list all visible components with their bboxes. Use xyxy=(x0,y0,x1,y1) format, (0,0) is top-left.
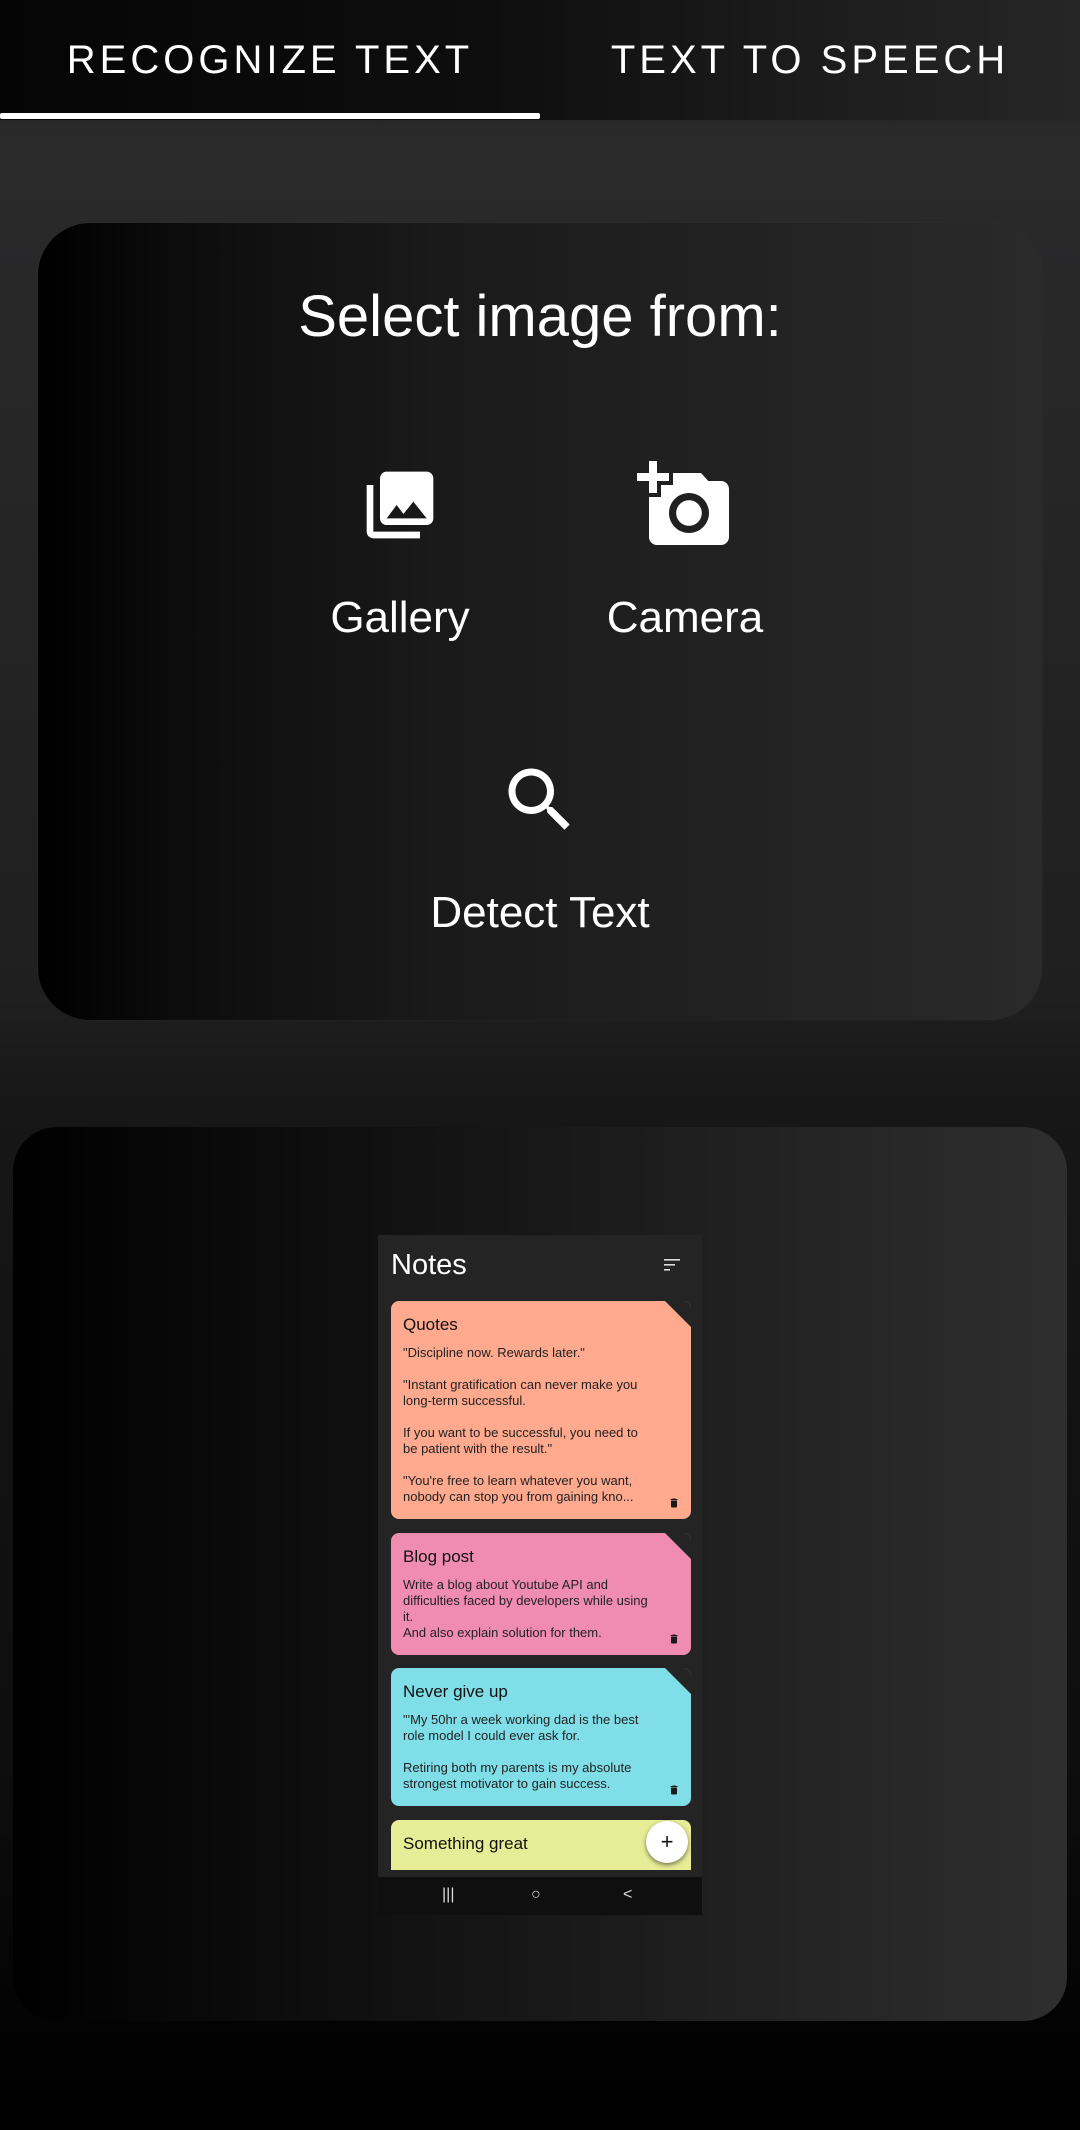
add-camera-icon xyxy=(637,461,729,545)
gallery-button[interactable]: Gallery xyxy=(300,455,500,643)
note-title: Never give up xyxy=(403,1682,508,1701)
selected-image-preview: Notes Quotes "Discipline now. Rewards la… xyxy=(378,1235,702,1915)
note-card: Quotes "Discipline now. Rewards later." … xyxy=(391,1301,691,1519)
add-note-fab: + xyxy=(646,1821,688,1863)
note-body: "Discipline now. Rewards later." "Instan… xyxy=(403,1345,638,1504)
tab-recognize-text[interactable]: RECOGNIZE TEXT xyxy=(0,0,540,120)
trash-icon xyxy=(670,1785,678,1795)
sort-icon xyxy=(664,1259,680,1271)
detect-text-button[interactable]: Detect Text xyxy=(400,750,680,938)
trash-icon xyxy=(670,1634,678,1644)
preview-nav-bar: ||| ○ < xyxy=(378,1877,702,1915)
note-title: Something great xyxy=(403,1834,528,1853)
note-card: Blog post Write a blog about Youtube API… xyxy=(391,1533,691,1655)
gallery-label: Gallery xyxy=(330,593,470,642)
active-tab-indicator xyxy=(0,113,540,119)
search-icon xyxy=(508,768,570,830)
camera-label: Camera xyxy=(606,593,764,642)
gallery-icon xyxy=(366,471,434,539)
tab-bar: RECOGNIZE TEXT TEXT TO SPEECH xyxy=(0,0,1080,120)
preview-app-title: Notes xyxy=(391,1249,467,1281)
tab-text-to-speech[interactable]: TEXT TO SPEECH xyxy=(540,0,1080,120)
detect-text-label: Detect Text xyxy=(430,888,650,937)
note-title: Quotes xyxy=(403,1315,458,1334)
preview-header: Notes xyxy=(378,1235,702,1295)
app-root: RECOGNIZE TEXT TEXT TO SPEECH Select ima… xyxy=(0,0,1080,2130)
home-icon: ○ xyxy=(531,1886,541,1903)
camera-button[interactable]: Camera xyxy=(580,455,790,643)
back-icon: < xyxy=(623,1886,633,1903)
note-card: Never give up "'My 50hr a week working d… xyxy=(391,1668,691,1806)
recents-icon: ||| xyxy=(442,1886,455,1903)
trash-icon xyxy=(670,1498,678,1508)
note-body: "'My 50hr a week working dad is the best… xyxy=(403,1712,639,1791)
select-image-title: Select image from: xyxy=(298,284,782,349)
note-body: Write a blog about Youtube API and diffi… xyxy=(403,1577,648,1640)
note-title: Blog post xyxy=(403,1547,474,1566)
